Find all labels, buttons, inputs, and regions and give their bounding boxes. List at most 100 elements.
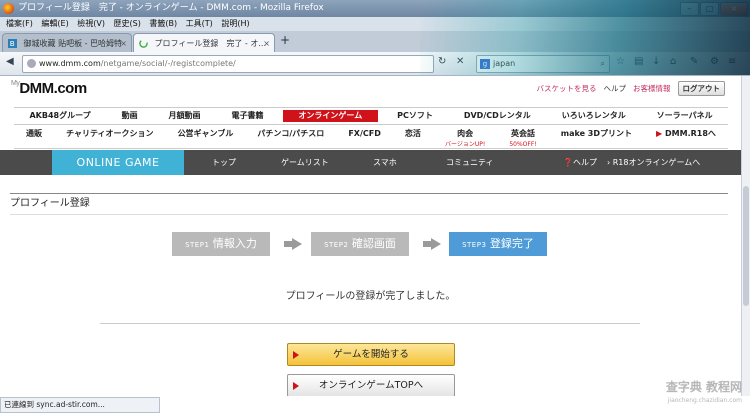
page-content: MyDMM.com バスケットを見る ヘルプ お客様情報 ログアウト AKB48…	[0, 76, 741, 396]
gamenav-r18[interactable]: › R18オンラインゲームへ	[607, 150, 700, 175]
category-online-game[interactable]: オンラインゲーム	[282, 110, 378, 122]
menu-bar: 檔案(F) 編輯(E) 檢視(V) 歷史(S) 書籤(B) 工具(T) 說明(H…	[0, 17, 750, 31]
downloads-icon[interactable]: ↓	[652, 56, 660, 67]
new-tab-button[interactable]: +	[280, 33, 290, 47]
site-identity-icon[interactable]	[27, 59, 36, 68]
category-fx-cfd[interactable]: FX/CFD	[336, 126, 393, 148]
category-r18[interactable]: ▶ DMM.R18へ	[644, 126, 728, 148]
start-game-button[interactable]: ゲームを開始する	[287, 343, 455, 366]
loading-icon	[139, 39, 148, 48]
category-public-gambling[interactable]: 公営ギャンブル	[166, 126, 246, 148]
play-arrow-icon	[293, 351, 299, 359]
category-solar-panel[interactable]: ソーラーパネル	[641, 108, 728, 124]
category-pachinko[interactable]: パチンコ/パチスロ	[245, 126, 336, 148]
category-nav-secondary: 通販 チャリティオークション 公営ギャンブル パチンコ/パチスロ FX/CFD …	[14, 126, 728, 149]
gamenav-game-list[interactable]: ゲームリスト	[281, 150, 329, 175]
arrow-right-icon	[423, 238, 441, 250]
gamenav-help[interactable]: ❓ヘルプ	[563, 150, 597, 175]
close-tab-icon[interactable]: ×	[263, 34, 270, 53]
step-3: STEP3 登録完了	[449, 232, 547, 256]
minimize-button[interactable]: –	[680, 2, 699, 16]
watermark: 查字典 教程网 jiaocheng.chazidian.com	[665, 380, 742, 405]
category-3d-print[interactable]: make 3Dプリント	[549, 126, 644, 148]
url-path: /netgame/social/-/registcomplete/	[100, 59, 236, 68]
tab-bar: B 御城收藏 贴吧板 - 巴哈姆特 × プロフィール登録 完了 - オ... ×…	[0, 31, 750, 53]
category-dvd-cd-rental[interactable]: DVD/CDレンタル	[448, 108, 546, 124]
arrow-right-icon	[284, 238, 302, 250]
window-titlebar: プロフィール登録 完了 - オンラインゲーム - DMM.com - Mozil…	[0, 0, 750, 17]
close-tab-icon[interactable]: ×	[120, 34, 127, 53]
account-link[interactable]: お客様情報	[633, 83, 671, 94]
status-bar: 已連線到 sync.ad-stir.com...	[0, 397, 160, 413]
firefox-icon	[3, 3, 14, 14]
maximize-button[interactable]: □	[700, 2, 719, 16]
online-game-brand[interactable]: ONLINE GAME	[52, 150, 184, 175]
close-window-button[interactable]: ×	[720, 2, 748, 16]
logout-button[interactable]: ログアウト	[677, 81, 725, 96]
search-icon[interactable]: ⌕	[601, 56, 605, 72]
bookmarks-menu-icon[interactable]: ▤	[634, 56, 643, 67]
category-video[interactable]: 動画	[106, 108, 153, 124]
svg-text:B: B	[10, 39, 15, 48]
bahamut-favicon-icon: B	[8, 39, 17, 48]
help-link[interactable]: ヘルプ	[604, 83, 627, 94]
category-pc-software[interactable]: PCソフト	[382, 108, 449, 124]
basket-link[interactable]: バスケットを見る	[537, 83, 597, 94]
category-dating[interactable]: 恋活	[393, 126, 433, 148]
category-monthly-video[interactable]: 月額動画	[153, 108, 216, 124]
menu-view[interactable]: 檢視(V)	[77, 19, 105, 28]
dmm-logo[interactable]: MyDMM.com	[11, 80, 87, 97]
back-icon[interactable]: ◀	[6, 56, 14, 67]
home-icon[interactable]: ⌂	[670, 56, 676, 67]
scrollbar-thumb[interactable]	[743, 186, 749, 306]
tab-label: 御城收藏 贴吧板 - 巴哈姆特	[23, 39, 123, 48]
play-arrow-icon	[293, 382, 299, 390]
category-meat-club[interactable]: 肉会 バージョンUP!	[433, 126, 497, 148]
menu-help[interactable]: 說明(H)	[221, 19, 249, 28]
category-various-rental[interactable]: いろいろレンタル	[546, 108, 641, 124]
menu-history[interactable]: 歷史(S)	[114, 19, 141, 28]
navigation-toolbar: ◀ www.dmm.com/netgame/social/-/registcom…	[0, 52, 750, 76]
step-2: STEP2 確認画面	[311, 232, 409, 256]
header-links: バスケットを見る ヘルプ お客様情報 ログアウト	[537, 81, 725, 96]
search-value: japan	[493, 59, 516, 68]
gamenav-community[interactable]: コミュニティ	[446, 150, 494, 175]
url-bar[interactable]: www.dmm.com/netgame/social/-/registcompl…	[22, 55, 434, 73]
gear-icon[interactable]: ⚙	[710, 56, 719, 67]
menu-edit[interactable]: 編輯(E)	[41, 19, 68, 28]
completion-message: プロフィールの登録が完了しました。	[285, 291, 456, 302]
vertical-scrollbar[interactable]	[741, 76, 750, 396]
search-bar[interactable]: g japan ⌕	[476, 55, 610, 73]
tab-dmm[interactable]: プロフィール登録 完了 - オ... ×	[133, 33, 275, 53]
addon-icon[interactable]: ✎	[690, 56, 698, 67]
online-game-top-button[interactable]: オンラインゲームTOPへ	[287, 374, 455, 396]
category-charity-auction[interactable]: チャリティオークション	[54, 126, 166, 148]
stop-icon[interactable]: ✕	[456, 56, 464, 67]
google-search-icon[interactable]: g	[480, 58, 490, 69]
promo-label: 50%OFF!	[509, 141, 537, 148]
online-game-nav: ONLINE GAME トップ ゲームリスト スマホ コミュニティ ❓ヘルプ ›…	[0, 150, 741, 175]
reload-icon[interactable]: ↻	[438, 56, 446, 67]
gamenav-top[interactable]: トップ	[212, 150, 236, 175]
menu-icon[interactable]: ≡	[728, 56, 736, 67]
category-mail-order[interactable]: 通販	[14, 126, 54, 148]
category-nav-primary: AKB48グループ 動画 月額動画 電子書籍 オンラインゲーム PCソフト DV…	[14, 107, 728, 125]
arrow-icon: ▶	[656, 129, 663, 138]
tab-bahamut[interactable]: B 御城收藏 贴吧板 - 巴哈姆特 ×	[2, 33, 132, 53]
category-ebooks[interactable]: 電子書籍	[216, 108, 279, 124]
category-english[interactable]: 英会話 50%OFF!	[497, 126, 548, 148]
category-akb48[interactable]: AKB48グループ	[14, 108, 106, 124]
menu-tools[interactable]: 工具(T)	[186, 19, 213, 28]
page-title: プロフィール登録	[10, 193, 728, 215]
arrow-icon: ›	[607, 158, 611, 167]
tab-label: プロフィール登録 完了 - オ...	[154, 39, 266, 48]
menu-bookmarks[interactable]: 書籤(B)	[149, 19, 177, 28]
window-title: プロフィール登録 完了 - オンラインゲーム - DMM.com - Mozil…	[18, 3, 324, 13]
window-controls: – □ ×	[680, 2, 748, 16]
divider	[100, 323, 640, 324]
promo-label: バージョンUP!	[444, 141, 486, 148]
menu-file[interactable]: 檔案(F)	[6, 19, 33, 28]
gamenav-smartphone[interactable]: スマホ	[373, 150, 397, 175]
bookmark-star-icon[interactable]: ☆	[616, 56, 625, 67]
url-host: www.dmm.com	[39, 59, 101, 68]
